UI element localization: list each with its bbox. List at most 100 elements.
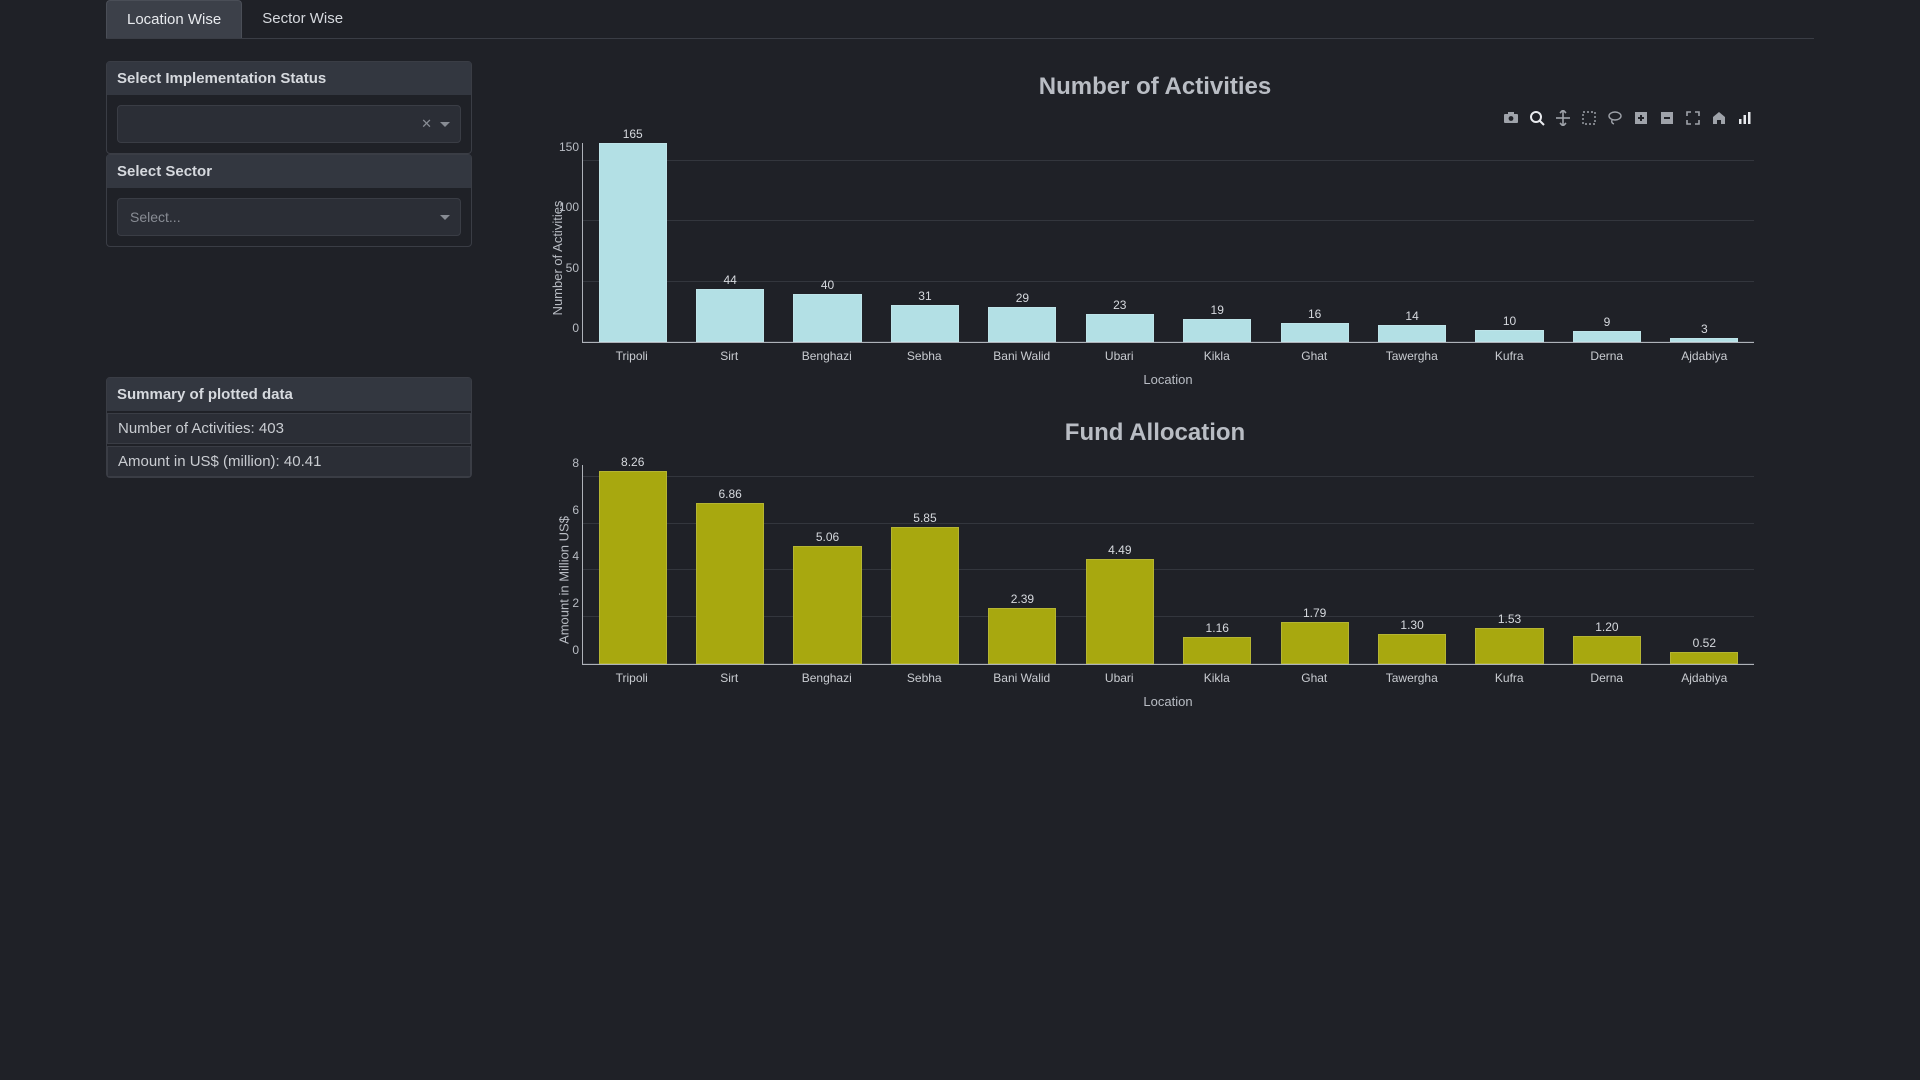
x-tick: Kufra xyxy=(1466,349,1554,363)
fund-chart-section: Fund Allocation Amount in Million US$ 02… xyxy=(496,419,1814,705)
x-tick: Sebha xyxy=(881,671,969,685)
bar-ajdabiya[interactable]: 0.52 xyxy=(1661,465,1748,664)
bar-kikla[interactable]: 1.16 xyxy=(1174,465,1261,664)
bar-kufra[interactable]: 10 xyxy=(1466,143,1553,342)
activities-chart: Number of Activities 0 50 100 150 165 44 40 31 2… xyxy=(552,133,1754,383)
y-tick: 0 xyxy=(555,321,579,335)
bar-ubari[interactable]: 23 xyxy=(1076,143,1163,342)
x-tick: Sirt xyxy=(686,349,774,363)
bar-tripoli[interactable]: 8.26 xyxy=(589,465,676,664)
y-tick: 150 xyxy=(555,140,579,154)
sidebar: Select Implementation Status ✕ Select Se… xyxy=(106,61,472,741)
bar-value-label: 3 xyxy=(1701,322,1708,336)
bar-value-label: 14 xyxy=(1405,309,1418,323)
bar-value-label: 6.86 xyxy=(718,487,741,501)
y-tick: 100 xyxy=(555,200,579,214)
activities-ylabel: Number of Activities xyxy=(550,201,565,316)
x-tick: Bani Walid xyxy=(978,349,1066,363)
summary-amount-label: Amount in US$ (million): xyxy=(118,453,284,470)
x-tick: Bani Walid xyxy=(978,671,1066,685)
bar-value-label: 1.30 xyxy=(1400,618,1423,632)
bar-sebha[interactable]: 31 xyxy=(881,143,968,342)
bar-sirt[interactable]: 44 xyxy=(686,143,773,342)
sector-placeholder: Select... xyxy=(130,209,181,225)
bar-ghat[interactable]: 16 xyxy=(1271,143,1358,342)
bar-tripoli[interactable]: 165 xyxy=(589,143,676,342)
x-tick: Ajdabiya xyxy=(1661,671,1749,685)
bar-value-label: 165 xyxy=(623,127,643,141)
bar-sirt[interactable]: 6.86 xyxy=(686,465,773,664)
x-tick: Sirt xyxy=(686,671,774,685)
filter-sector-panel: Select Sector Select... xyxy=(106,154,472,247)
tab-location-wise[interactable]: Location Wise xyxy=(106,0,242,38)
autoscale-icon[interactable] xyxy=(1684,109,1702,127)
bar-value-label: 1.20 xyxy=(1595,620,1618,634)
summary-amount-value: 40.41 xyxy=(284,453,322,470)
pan-icon[interactable] xyxy=(1554,109,1572,127)
plot-toolbar xyxy=(496,109,1814,127)
summary-panel: Summary of plotted data Number of Activi… xyxy=(106,377,472,478)
bar-derna[interactable]: 9 xyxy=(1563,143,1650,342)
summary-amount: Amount in US$ (million): 40.41 xyxy=(107,446,471,477)
zoom-out-icon[interactable] xyxy=(1658,109,1676,127)
bar-kikla[interactable]: 19 xyxy=(1174,143,1261,342)
bar-value-label: 1.53 xyxy=(1498,612,1521,626)
activities-chart-section: Number of Activities Number of Activitie… xyxy=(496,73,1814,383)
zoom-icon[interactable] xyxy=(1528,109,1546,127)
bar-benghazi[interactable]: 40 xyxy=(784,143,871,342)
bar-value-label: 29 xyxy=(1016,291,1029,305)
bar-value-label: 31 xyxy=(918,289,931,303)
status-select[interactable]: ✕ xyxy=(117,105,461,143)
charts-area: Number of Activities Number of Activitie… xyxy=(488,61,1814,741)
bar-kufra[interactable]: 1.53 xyxy=(1466,465,1553,664)
x-tick: Tripoli xyxy=(588,349,676,363)
bar-sebha[interactable]: 5.85 xyxy=(881,465,968,664)
filter-status-label: Select Implementation Status xyxy=(107,62,471,95)
x-tick: Kikla xyxy=(1173,349,1261,363)
bar-value-label: 4.49 xyxy=(1108,543,1131,557)
x-tick: Ghat xyxy=(1271,349,1359,363)
plotly-logo-icon[interactable] xyxy=(1736,109,1754,127)
bar-ubari[interactable]: 4.49 xyxy=(1076,465,1163,664)
y-tick: 4 xyxy=(555,549,579,563)
bar-value-label: 2.39 xyxy=(1011,592,1034,606)
view-tabs: Location Wise Sector Wise xyxy=(106,0,1814,39)
fund-ylabel: Amount in Million US$ xyxy=(556,516,571,644)
bar-bani-walid[interactable]: 2.39 xyxy=(979,465,1066,664)
zoom-in-icon[interactable] xyxy=(1632,109,1650,127)
bar-value-label: 1.16 xyxy=(1206,621,1229,635)
y-tick: 6 xyxy=(555,503,579,517)
bar-value-label: 44 xyxy=(723,273,736,287)
camera-icon[interactable] xyxy=(1502,109,1520,127)
summary-activities-label: Number of Activities: xyxy=(118,420,259,437)
sector-select[interactable]: Select... xyxy=(117,198,461,236)
x-tick: Tawergha xyxy=(1368,349,1456,363)
reset-axes-icon[interactable] xyxy=(1710,109,1728,127)
bar-ajdabiya[interactable]: 3 xyxy=(1661,143,1748,342)
bar-value-label: 23 xyxy=(1113,298,1126,312)
bar-derna[interactable]: 1.20 xyxy=(1563,465,1650,664)
bar-ghat[interactable]: 1.79 xyxy=(1271,465,1358,664)
lasso-icon[interactable] xyxy=(1606,109,1624,127)
y-tick: 50 xyxy=(555,261,579,275)
bar-value-label: 8.26 xyxy=(621,455,644,469)
x-tick: Derna xyxy=(1563,349,1651,363)
x-tick: Benghazi xyxy=(783,671,871,685)
bar-value-label: 5.06 xyxy=(816,530,839,544)
bar-tawergha[interactable]: 14 xyxy=(1368,143,1455,342)
x-tick: Kikla xyxy=(1173,671,1261,685)
summary-header: Summary of plotted data xyxy=(107,378,471,411)
bar-benghazi[interactable]: 5.06 xyxy=(784,465,871,664)
clear-icon[interactable]: ✕ xyxy=(421,116,432,132)
tab-sector-wise[interactable]: Sector Wise xyxy=(242,0,363,38)
bar-bani-walid[interactable]: 29 xyxy=(979,143,1066,342)
box-select-icon[interactable] xyxy=(1580,109,1598,127)
activities-xlabel: Location xyxy=(582,372,1754,387)
bar-tawergha[interactable]: 1.30 xyxy=(1368,465,1455,664)
fund-xlabel: Location xyxy=(582,694,1754,709)
bar-value-label: 19 xyxy=(1211,303,1224,317)
chevron-down-icon xyxy=(440,122,450,127)
bar-value-label: 9 xyxy=(1604,315,1611,329)
x-tick: Benghazi xyxy=(783,349,871,363)
x-tick: Ubari xyxy=(1076,349,1164,363)
